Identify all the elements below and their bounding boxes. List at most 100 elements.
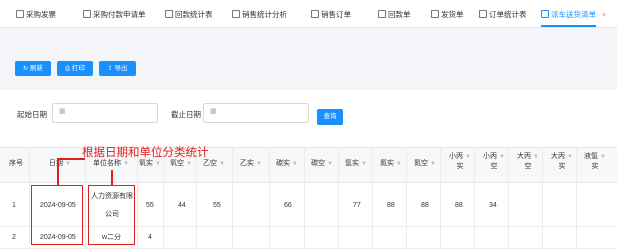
- export-button[interactable]: ⇪ 导出: [99, 61, 136, 76]
- cell-seq: 1: [12, 202, 16, 209]
- cell-oxygen-empty: 44: [178, 202, 186, 209]
- page-icon: [431, 10, 439, 18]
- header-label: 小丙: [449, 153, 463, 160]
- header-label: 大丙: [551, 153, 565, 160]
- header-oxygen-empty[interactable]: 氧空 ▼: [170, 159, 192, 169]
- header-label: 日期: [49, 160, 63, 167]
- header-label: 序号: [9, 160, 23, 167]
- filter-icon[interactable]: ▼: [155, 161, 161, 167]
- active-tab-indicator: [541, 25, 596, 27]
- tab-collection-receipt[interactable]: 回款单: [378, 9, 411, 21]
- header-label: 乙实: [240, 160, 254, 167]
- start-date-label: 起始日期: [17, 110, 47, 119]
- tab-dispatch-delivery-list[interactable]: 派车送货清单 ×: [541, 9, 606, 21]
- header-carbon-empty[interactable]: 碳空 ▼: [311, 159, 333, 169]
- column-divider: [406, 147, 407, 249]
- tab-sales-analysis[interactable]: 销售统计分析: [232, 9, 287, 21]
- refresh-button[interactable]: ↻ 刷新: [15, 61, 51, 76]
- cell-argon-full: 77: [353, 202, 361, 209]
- header-oxygen-full[interactable]: 氧实 ▼: [139, 159, 161, 169]
- filter-icon[interactable]: ▼: [186, 161, 192, 167]
- header-label: 空: [524, 163, 532, 170]
- header-large-propane-empty[interactable]: 大丙 ▼ 空: [517, 152, 539, 172]
- header-nitrogen-full[interactable]: 氮实 ▼: [380, 159, 402, 169]
- tab-collection-statistics[interactable]: 回款统计表: [165, 9, 213, 21]
- filter-icon[interactable]: ▼: [219, 161, 225, 167]
- filter-icon[interactable]: ▼: [292, 161, 298, 167]
- page-icon: [479, 10, 487, 18]
- header-label: 空: [490, 163, 498, 170]
- column-divider: [163, 147, 164, 249]
- annotation-connector: [57, 158, 85, 160]
- filter-icon[interactable]: ▼: [327, 161, 333, 167]
- tab-purchase-invoice[interactable]: 采购发票: [16, 9, 56, 21]
- header-carbon-full[interactable]: 碳实 ▼: [276, 159, 298, 169]
- tab-label: 采购付款申请单: [93, 10, 146, 19]
- header-seq: 序号: [9, 159, 23, 169]
- column-divider: [29, 147, 30, 249]
- print-icon: ⎙: [65, 66, 70, 72]
- column-divider: [196, 147, 197, 249]
- filter-icon[interactable]: ▼: [533, 154, 539, 160]
- tab-label: 采购发票: [26, 10, 56, 19]
- column-divider: [269, 147, 270, 249]
- cell-seq: 2: [12, 234, 16, 241]
- column-divider: [137, 147, 138, 249]
- cell-carbon-full: 66: [284, 202, 292, 209]
- filter-icon[interactable]: ▼: [499, 154, 505, 160]
- print-button[interactable]: ⎙ 打印: [57, 61, 93, 76]
- column-divider: [576, 147, 577, 249]
- search-button[interactable]: 查询: [317, 109, 343, 125]
- tab-label: 回款单: [388, 10, 411, 19]
- filter-icon[interactable]: ▼: [123, 161, 129, 167]
- header-small-propane-empty[interactable]: 小丙 ▼ 空: [483, 152, 505, 172]
- filter-icon[interactable]: ▼: [430, 161, 436, 167]
- header-date[interactable]: 日期 ▼: [49, 159, 71, 169]
- header-acetylene-full[interactable]: 乙实 ▼: [240, 159, 262, 169]
- filter-icon[interactable]: ▼: [65, 161, 71, 167]
- page-icon: [541, 10, 549, 18]
- filter-icon[interactable]: ▼: [567, 154, 573, 160]
- page-icon: [232, 10, 240, 18]
- column-divider: [338, 147, 339, 249]
- annotation-connector: [111, 170, 113, 185]
- header-label: 氧实: [139, 160, 153, 167]
- cell-acetylene-empty: 55: [213, 202, 221, 209]
- close-icon[interactable]: ×: [602, 12, 606, 19]
- filter-icon[interactable]: ▼: [396, 161, 402, 167]
- header-argon-full[interactable]: 氩实 ▼: [345, 159, 367, 169]
- tab-label: 销售订单: [321, 10, 351, 19]
- tab-sales-order[interactable]: 销售订单: [311, 9, 351, 21]
- tab-bar: 采购发票 采购付款申请单 回款统计表 销售统计分析 销售订单 回款单 发货单 订…: [0, 0, 617, 28]
- filter-icon[interactable]: ▼: [361, 161, 367, 167]
- tab-label: 发货单: [441, 10, 464, 19]
- start-date-input[interactable]: ▦: [52, 103, 158, 123]
- column-divider: [372, 147, 373, 249]
- refresh-icon: ↻: [22, 66, 29, 72]
- header-label: 实: [558, 163, 566, 170]
- tab-order-statistics[interactable]: 订单统计表: [479, 9, 527, 21]
- header-label: 碳空: [311, 160, 325, 167]
- header-large-propane-full[interactable]: 大丙 ▼ 实: [551, 152, 573, 172]
- filter-icon[interactable]: ▼: [465, 154, 471, 160]
- end-date-input[interactable]: ▦: [203, 103, 309, 123]
- filter-icon[interactable]: ▼: [600, 154, 606, 160]
- filter-icon[interactable]: ▼: [256, 161, 262, 167]
- header-unit-name[interactable]: 单位名称 ▼: [93, 159, 129, 169]
- header-small-propane-full[interactable]: 小丙 ▼ 实: [449, 152, 471, 172]
- toolbar-area: [0, 28, 617, 90]
- cell-nitrogen-empty: 88: [421, 202, 429, 209]
- tab-delivery-note[interactable]: 发货单: [431, 9, 464, 21]
- cell-small-propane-full: 88: [455, 202, 463, 209]
- tab-label: 派车送货清单: [551, 10, 596, 19]
- header-nitrogen-empty[interactable]: 氮空 ▼: [414, 159, 436, 169]
- header-label: 液氩: [584, 153, 598, 160]
- tab-purchase-payment-request[interactable]: 采购付款申请单: [83, 9, 146, 21]
- export-icon: ⇪: [107, 66, 113, 72]
- column-divider: [232, 147, 233, 249]
- header-liquid-argon-full[interactable]: 液氩 ▼ 实: [584, 152, 606, 172]
- header-label: 氩实: [345, 160, 359, 167]
- header-acetylene-empty[interactable]: 乙空 ▼: [203, 159, 225, 169]
- export-label: 导出: [114, 65, 128, 72]
- calendar-icon: ▦: [59, 108, 66, 115]
